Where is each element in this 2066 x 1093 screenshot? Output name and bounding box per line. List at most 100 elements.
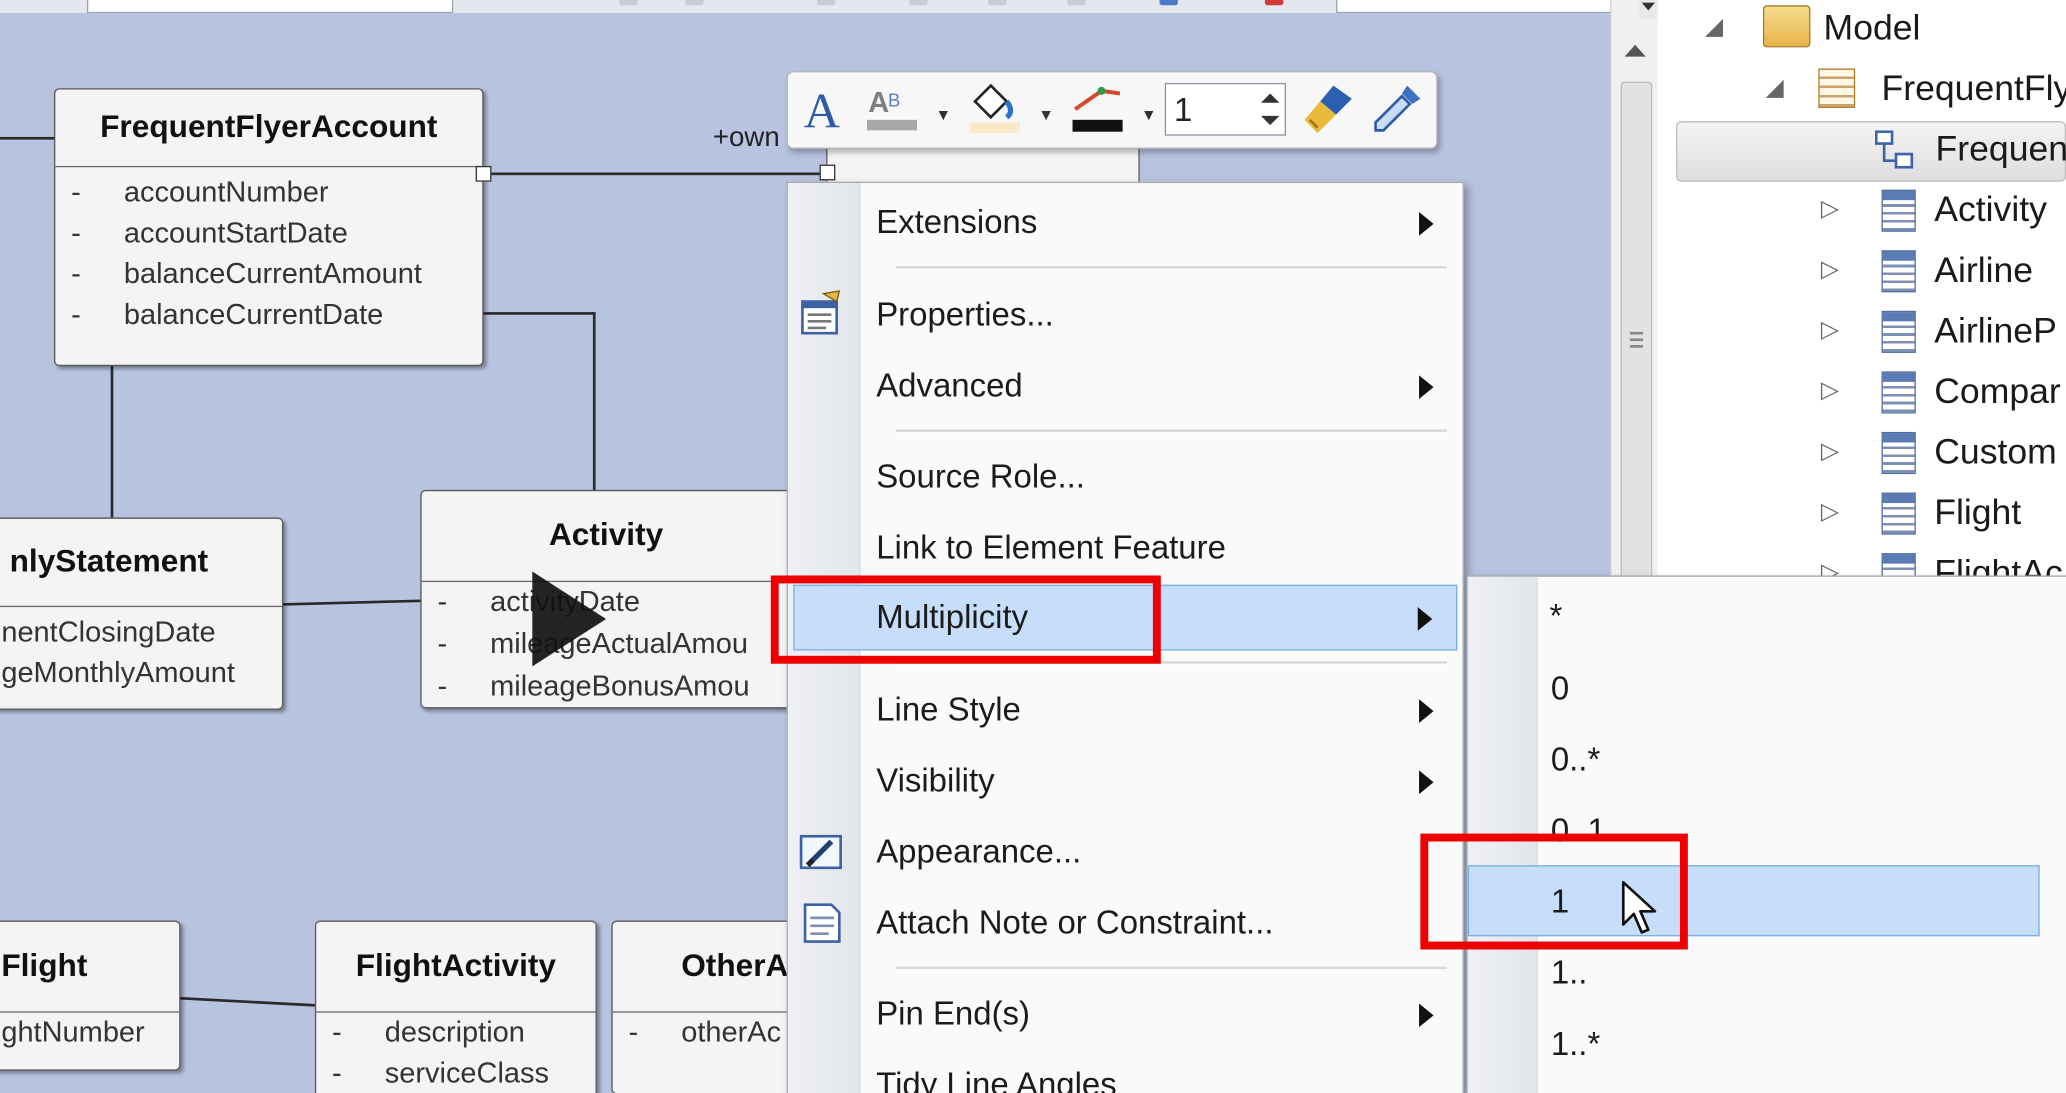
font-icon[interactable]: A (798, 80, 845, 139)
connector-line[interactable] (0, 136, 56, 140)
tree-expander-icon[interactable]: ▷ (1821, 498, 1839, 526)
tree-item-class[interactable]: ▷ Custom (1658, 424, 2066, 485)
format-mini-toolbar: A A B ▼ ▼ ▼ 1 (786, 71, 1438, 149)
connector-line[interactable] (110, 363, 114, 518)
chevron-down-icon[interactable]: ▼ (1141, 105, 1157, 123)
appearance-icon (799, 834, 842, 870)
tree-item-class[interactable]: ▷ Airline (1658, 242, 2066, 303)
multiplicity-option[interactable]: 0 (1468, 652, 2040, 723)
multiplicity-option-label: * (1549, 597, 1563, 635)
package-icon (1818, 68, 1856, 108)
attribute-visibility: - (628, 1015, 639, 1049)
line-width-spinner[interactable]: 1 (1164, 82, 1286, 136)
class-flight[interactable]: Flight ghtNumber (0, 920, 181, 1071)
multiplicity-option[interactable]: 1..* (1468, 1007, 2040, 1078)
font-color-icon[interactable]: A B (864, 80, 925, 138)
menu-item-visibility[interactable]: Visibility (793, 748, 1457, 814)
properties-icon (801, 290, 841, 335)
format-painter-icon[interactable] (1299, 80, 1357, 138)
class-monthlystatement[interactable]: nlyStatement nentClosingDate geMonthlyAm… (0, 517, 284, 710)
tree-expander-icon[interactable]: ▷ (1821, 437, 1839, 465)
spin-down-icon[interactable] (1260, 115, 1280, 126)
class-name: OtherA (612, 922, 811, 1013)
multiplicity-option[interactable]: 0..* (1468, 723, 2040, 794)
menu-item-appearance[interactable]: Appearance... (793, 819, 1457, 885)
tree-expander-icon[interactable]: ◢ (1705, 13, 1723, 41)
tree-expander-icon[interactable]: ▷ (1821, 255, 1839, 283)
attribute-visibility: - (71, 297, 81, 331)
menu-item-properties[interactable]: Properties... (793, 282, 1457, 348)
multiplicity-option-label: 1.. (1550, 954, 1588, 992)
chevron-down-icon[interactable]: ▼ (935, 105, 951, 123)
class-attribute[interactable]: ghtNumber (0, 1015, 179, 1056)
class-flightactivity[interactable]: FlightActivity - description - serviceClas… (314, 920, 597, 1093)
menu-item-extensions[interactable]: Extensions (793, 190, 1457, 256)
submenu-arrow-icon (1417, 607, 1433, 631)
attribute-visibility: - (437, 626, 448, 660)
scroll-corner (1639, 0, 1658, 19)
multiplicity-option[interactable]: * (1468, 579, 2040, 650)
tree-expander-icon[interactable]: ◢ (1766, 74, 1784, 102)
class-attribute[interactable]: geMonthlyAmount (0, 656, 282, 697)
class-attribute[interactable]: - description (316, 1015, 595, 1056)
class-frequentflyeraccount[interactable]: FrequentFlyerAccount - accountNumber - acc… (54, 88, 484, 367)
menu-item-label: Source Role... (876, 458, 1085, 496)
toolbar-button-icon[interactable] (1264, 0, 1284, 6)
class-attribute[interactable]: - mileageBonusAmou (422, 669, 817, 711)
tree-item-class[interactable]: ▷ Compar (1658, 363, 2066, 424)
connector-end-handle[interactable] (475, 165, 492, 182)
class-attribute[interactable]: - accountStartDate (55, 216, 482, 257)
class-otheractivity[interactable]: OtherA - otherAc (611, 920, 812, 1093)
menu-item-label: Visibility (876, 762, 995, 800)
tree-item-model[interactable]: ◢ Model (1658, 0, 2066, 61)
tree-expander-icon[interactable]: ▷ (1821, 377, 1839, 405)
tree-item-class[interactable]: ▷ Flight (1658, 485, 2066, 546)
menu-item-tidy-line-angles[interactable]: Tidy Line Angles (793, 1052, 1457, 1093)
eyedropper-icon[interactable] (1368, 80, 1426, 138)
toolbar-button-icon[interactable] (988, 0, 1007, 6)
class-attribute[interactable]: - balanceCurrentDate (55, 298, 482, 339)
tree-item-diagram-selected[interactable]: Frequen (1675, 121, 2066, 182)
menu-item-pin-ends[interactable]: Pin End(s) (793, 981, 1457, 1047)
play-icon[interactable] (501, 566, 627, 671)
scrollbar-thumb[interactable] (1620, 81, 1653, 605)
class-icon (1881, 431, 1916, 475)
toolbar-button-icon[interactable] (685, 0, 704, 6)
class-attribute[interactable]: - balanceCurrentAmount (55, 257, 482, 298)
toolbar-button-icon[interactable] (909, 0, 928, 6)
class-attribute[interactable]: - serviceClass (316, 1056, 595, 1093)
class-icon (1881, 310, 1916, 353)
fill-color-icon[interactable] (967, 80, 1028, 138)
connector-line[interactable] (483, 312, 596, 315)
tree-expander-icon[interactable]: ▷ (1821, 316, 1839, 344)
scroll-up-icon[interactable] (1624, 44, 1646, 57)
line-color-icon[interactable] (1070, 80, 1131, 138)
menu-item-advanced[interactable]: Advanced (793, 353, 1457, 419)
toolbar-combo[interactable] (86, 0, 454, 14)
toolbar-button-icon[interactable] (619, 0, 638, 6)
chevron-down-icon[interactable]: ▼ (1038, 105, 1054, 123)
menu-item-label: Attach Note or Constraint... (876, 904, 1274, 942)
class-attribute[interactable]: nentClosingDate (0, 615, 282, 656)
connector-line[interactable] (483, 172, 824, 176)
tree-item-package[interactable]: ◢ FrequentFly (1658, 61, 2066, 122)
toolbar-button-icon[interactable] (1159, 0, 1178, 6)
toolbar-button-icon[interactable] (816, 0, 836, 6)
toolbar-button-icon[interactable] (1067, 0, 1086, 6)
tree-expander-icon[interactable]: ▷ (1821, 195, 1839, 223)
multiplicity-option-label: 1..* (1550, 1025, 1601, 1063)
tree-item-class[interactable]: ▷ AirlineP (1658, 303, 2066, 364)
submenu-arrow-icon (1419, 770, 1434, 795)
menu-item-attach-note[interactable]: Attach Note or Constraint... (793, 890, 1457, 956)
svg-text:A: A (868, 87, 889, 119)
menu-item-source-role[interactable]: Source Role... (793, 444, 1457, 510)
attribute-name: description (384, 1015, 525, 1049)
connector-line[interactable] (592, 312, 596, 492)
class-attribute[interactable]: - accountNumber (55, 175, 482, 216)
class-attribute[interactable]: - otherAc (613, 1015, 811, 1056)
tree-item-class[interactable]: ▷ Activity (1658, 182, 2066, 243)
connector-end-handle[interactable] (819, 164, 836, 181)
menu-item-link-to-element-feature[interactable]: Link to Element Feature (793, 515, 1457, 581)
spin-up-icon[interactable] (1260, 93, 1280, 103)
menu-item-line-style[interactable]: Line Style (793, 677, 1457, 743)
